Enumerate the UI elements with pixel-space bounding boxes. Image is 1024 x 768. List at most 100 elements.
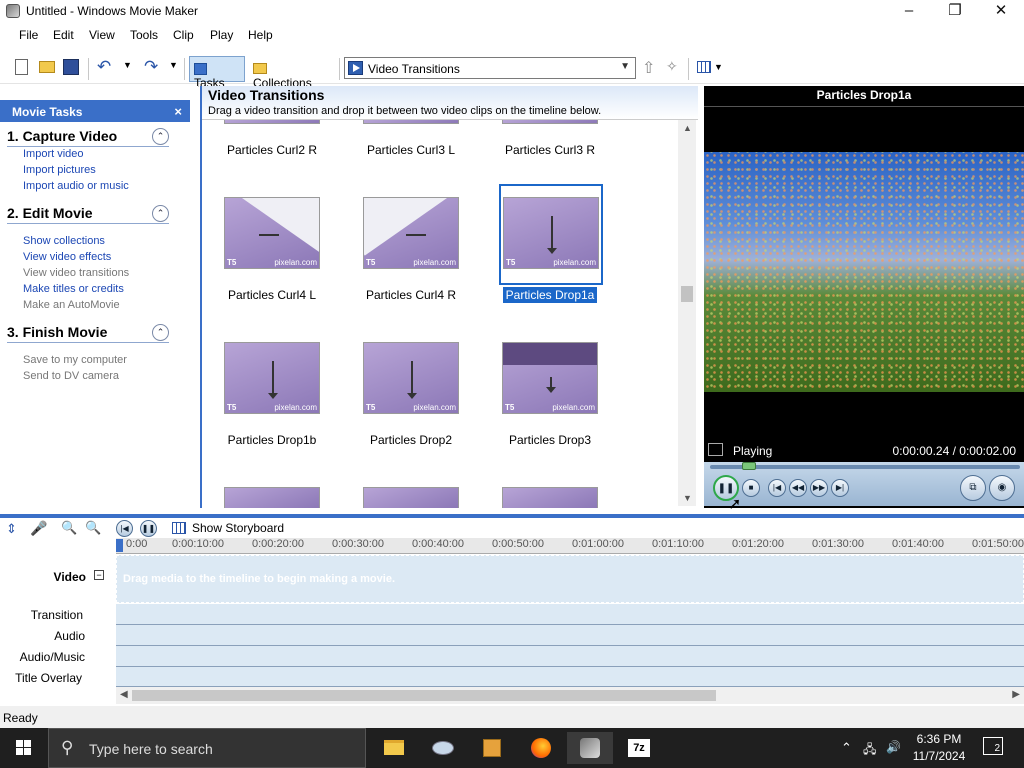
minimize-button[interactable]: – [886,0,932,24]
menu-clip[interactable]: Clip [173,28,194,42]
scrollbar-thumb[interactable] [681,286,693,302]
transition-thumbnail[interactable]: T5 pixelan.com [503,197,599,269]
up-one-level-icon[interactable]: ⇧ [642,58,655,78]
firefox-icon[interactable] [518,732,564,764]
redo-icon[interactable]: ↷ [144,57,158,77]
timeline-ruler[interactable]: 0:00 0:00:10:00 0:00:20:00 0:00:30:00 0:… [116,538,1024,554]
video-track[interactable]: Drag media to the timeline to begin maki… [116,555,1024,603]
transition-thumbnail[interactable] [224,120,320,124]
edit-movie-heading[interactable]: 2. Edit Movie [7,205,93,221]
audio-track[interactable] [116,625,1024,646]
collapse-icon[interactable]: ⌃ [152,324,169,341]
taskbar-search-box[interactable]: ⚲ Type here to search [48,728,366,768]
show-storyboard-button[interactable]: Show Storyboard [192,521,284,535]
rewind-button[interactable]: ◀◀ [789,479,807,497]
capture-video-heading[interactable]: 1. Capture Video [7,128,117,144]
collapse-video-track-icon[interactable]: − [94,570,104,580]
playback-indicator[interactable] [116,539,123,552]
clock-date[interactable]: 11/7/2024 [911,749,967,763]
previous-frame-button[interactable]: |◀ [768,479,786,497]
save-project-icon[interactable] [63,59,79,75]
play-timeline-button[interactable]: ❚❚ [140,520,157,537]
rewind-timeline-button[interactable]: |◀ [116,520,133,537]
seek-thumb[interactable] [742,462,756,470]
tray-overflow-icon[interactable]: ⌃ [841,740,852,756]
selected-transition-label-wrap[interactable]: Particles Drop1a [490,287,610,303]
menu-edit[interactable]: Edit [53,28,74,42]
transition-thumbnail[interactable]: T5 pixelan.com [502,342,598,414]
zoom-in-icon[interactable]: 🔍 [61,520,77,536]
new-folder-icon[interactable]: ✧ [666,58,678,75]
menu-file[interactable]: File [19,28,38,42]
new-project-icon[interactable] [15,59,28,75]
storyboard-icon[interactable] [172,522,186,534]
transition-thumbnail[interactable]: T5 pixelan.com [224,197,320,269]
transition-label[interactable]: Particles Drop3 [490,433,610,447]
import-audio-link[interactable]: Import audio or music [23,180,129,192]
narrate-icon[interactable]: 🎤 [30,520,47,537]
menu-help[interactable]: Help [248,28,273,42]
paint-app-icon[interactable] [420,732,466,764]
transition-label[interactable]: Particles Curl3 R [490,143,610,157]
import-pictures-link[interactable]: Import pictures [23,164,96,176]
split-clip-button[interactable]: ⧉ [960,475,986,501]
transition-thumbnail[interactable] [363,487,459,508]
import-video-link[interactable]: Import video [23,148,84,160]
undo-icon[interactable]: ↶ [97,57,111,77]
transition-label[interactable]: Particles Curl4 L [212,288,332,302]
finish-movie-heading[interactable]: 3. Finish Movie [7,324,107,340]
take-picture-button[interactable]: ◉ [989,475,1015,501]
transition-label[interactable]: Particles Curl2 R [212,143,332,157]
movie-maker-taskbar-icon[interactable] [567,732,613,764]
views-dropdown-icon[interactable]: ▼ [714,62,723,72]
clock-time[interactable]: 6:36 PM [913,732,965,746]
volume-icon[interactable]: 🔊 [886,740,901,754]
transition-label[interactable]: Particles Curl3 L [351,143,471,157]
transition-label[interactable]: Particles Drop1b [212,433,332,447]
transition-label[interactable]: Particles Drop2 [351,433,471,447]
media-app-icon[interactable] [469,732,515,764]
tasks-button[interactable]: Tasks [189,56,245,90]
fast-forward-button[interactable]: ▶▶ [810,479,828,497]
seek-bar[interactable] [710,465,1020,469]
selected-transition-label[interactable]: Particles Drop1a [502,287,598,303]
transition-thumbnail[interactable]: T5 pixelan.com [363,197,459,269]
menu-view[interactable]: View [89,28,115,42]
maximize-button[interactable]: ❐ [932,0,978,24]
views-icon[interactable] [697,61,711,73]
scroll-down-icon[interactable]: ▼ [683,493,692,503]
collections-button[interactable]: Collections [248,56,334,90]
transition-thumbnail[interactable] [502,120,598,124]
notifications-icon[interactable]: 2 [983,737,1003,755]
transition-thumbnail[interactable] [224,487,320,508]
menu-tools[interactable]: Tools [130,28,158,42]
make-titles-link[interactable]: Make titles or credits [23,283,124,295]
title-overlay-track[interactable] [116,667,1024,687]
menu-play[interactable]: Play [210,28,233,42]
scroll-right-icon[interactable]: ▶ [1012,689,1020,700]
zoom-out-icon[interactable]: 🔍 [85,520,101,536]
scroll-up-icon[interactable]: ▲ [683,123,692,133]
file-explorer-icon[interactable] [371,732,417,764]
transitions-scrollbar[interactable]: ▲ ▼ [678,120,696,506]
undo-dropdown-icon[interactable]: ▼ [123,60,132,70]
fullscreen-icon[interactable] [708,443,723,456]
view-video-effects-link[interactable]: View video effects [23,251,111,263]
transition-thumbnail[interactable] [502,487,598,508]
open-project-icon[interactable] [39,61,55,73]
scroll-left-icon[interactable]: ◀ [120,689,128,700]
next-frame-button[interactable]: ▶| [831,479,849,497]
collections-dropdown[interactable]: Video Transitions ▼ [344,57,636,79]
selected-transition-frame[interactable]: T5 pixelan.com [499,184,603,285]
transition-thumbnail[interactable]: T5 pixelan.com [224,342,320,414]
close-button[interactable]: ✕ [978,0,1024,24]
network-icon[interactable]: 🖧 [863,740,876,761]
collapse-icon[interactable]: ⌃ [152,128,169,145]
show-collections-link[interactable]: Show collections [23,235,105,247]
audio-music-track[interactable] [116,646,1024,667]
transition-track[interactable] [116,604,1024,625]
stop-button[interactable]: ■ [742,479,760,497]
transition-thumbnail[interactable] [363,120,459,124]
timeline-scrollbar-thumb[interactable] [132,690,716,701]
transition-label[interactable]: Particles Curl4 R [351,288,471,302]
